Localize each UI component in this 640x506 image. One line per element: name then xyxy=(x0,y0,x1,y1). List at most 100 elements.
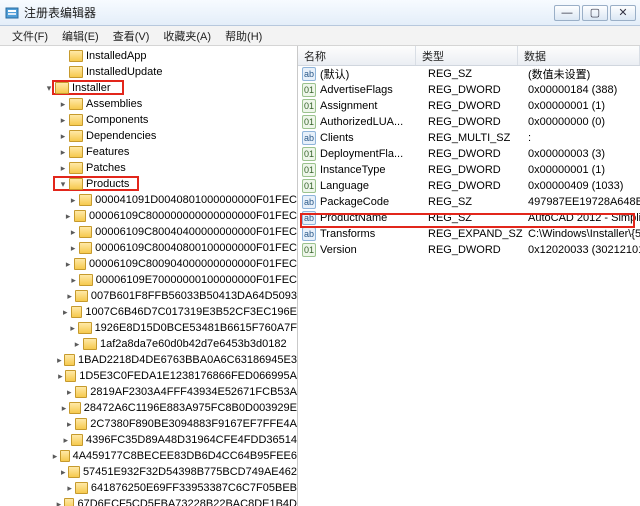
values-header: 名称 类型 数据 xyxy=(298,46,640,66)
folder-icon xyxy=(75,290,88,302)
maximize-button[interactable]: ▢ xyxy=(582,5,608,21)
tree-item-label: Assemblies xyxy=(86,98,142,110)
expand-icon[interactable]: ▸ xyxy=(58,115,68,126)
col-data[interactable]: 数据 xyxy=(518,46,640,65)
tree-item[interactable]: ▾Products xyxy=(0,176,297,192)
tree-item[interactable]: ▸4396FC35D89A48D31964CFE4FDD36514 xyxy=(0,432,297,448)
tree-item[interactable]: ▸000041091D0040801000000000F01FEC xyxy=(0,192,297,208)
expand-icon[interactable]: ▸ xyxy=(68,243,78,254)
tree-item-label: 00006109C80040800100000000F01FEC xyxy=(95,242,297,254)
folder-icon xyxy=(55,82,69,94)
binary-value-icon: 01 xyxy=(302,115,316,129)
tree-pane[interactable]: InstalledApp InstalledUpdate ▾Installer ▸ As… xyxy=(0,46,298,506)
tree-item-label: InstalledApp xyxy=(86,50,147,62)
expand-icon[interactable]: ▸ xyxy=(65,483,74,494)
tree-item[interactable]: ▸Patches xyxy=(0,160,297,176)
string-value-icon: ab xyxy=(302,131,316,145)
folder-icon xyxy=(65,370,76,382)
values-pane[interactable]: 名称 类型 数据 ab(默认)REG_SZ(数值未设置)01AdvertiseF… xyxy=(298,46,640,506)
tree-item[interactable]: ▸ 28472A6C1196E883A975FC8B0D003929E xyxy=(0,400,297,416)
menu-view[interactable]: 查看(V) xyxy=(107,26,156,46)
tree-item[interactable]: ▸1BAD2218D4DE6763BBA0A6C63186945E3 xyxy=(0,352,297,368)
binary-value-icon: 01 xyxy=(302,147,316,161)
tree-item-label: InstalledUpdate xyxy=(86,66,162,78)
close-button[interactable]: ✕ xyxy=(610,5,636,21)
expand-icon[interactable]: ▸ xyxy=(55,499,63,506)
tree-item[interactable]: ▸1D5E3C0FEDA1E1238176866FED066995A xyxy=(0,368,297,384)
tree-item[interactable]: ▸1926E8D15D0BCE53481B6615F760A7F xyxy=(0,320,297,336)
menu-edit[interactable]: 编辑(E) xyxy=(56,26,105,46)
expand-icon[interactable]: ▸ xyxy=(68,195,78,206)
expand-icon[interactable]: ▸ xyxy=(56,355,64,366)
menu-help[interactable]: 帮助(H) xyxy=(219,26,268,46)
col-type[interactable]: 类型 xyxy=(416,46,518,65)
value-row[interactable]: 01DeploymentFla...REG_DWORD0x00000003 (3… xyxy=(298,146,640,162)
minimize-button[interactable]: — xyxy=(554,5,580,21)
tree-item[interactable]: ▸00006109C800904000000000000F01FEC xyxy=(0,256,297,272)
expand-icon[interactable]: ▸ xyxy=(65,291,74,302)
menu-file[interactable]: 文件(F) xyxy=(6,26,54,46)
tree-item[interactable]: ▸2819AF2303A4FFF43934E52671FCB53A xyxy=(0,384,297,400)
folder-icon xyxy=(69,66,83,78)
value-row[interactable]: abClientsREG_MULTI_SZ: xyxy=(298,130,640,146)
value-row[interactable]: 01AssignmentREG_DWORD0x00000001 (1) xyxy=(298,98,640,114)
expand-icon[interactable]: ▸ xyxy=(68,227,78,238)
tree-item[interactable]: InstalledUpdate xyxy=(0,64,297,80)
tree-item[interactable]: ▸Features xyxy=(0,144,297,160)
value-row[interactable]: 01AdvertiseFlagsREG_DWORD0x00000184 (388… xyxy=(298,82,640,98)
value-row[interactable]: 01AuthorizedLUA...REG_DWORD0x00000000 (0… xyxy=(298,114,640,130)
binary-value-icon: 01 xyxy=(302,163,316,177)
value-row[interactable]: abPackageCodeREG_SZ497987EE19728A648B277… xyxy=(298,194,640,210)
value-data: C:\Windows\Installer\{5783F2D7-A001-080 xyxy=(528,228,640,240)
tree-item-label: 28472A6C1196E883A975FC8B0D003929E xyxy=(84,402,297,414)
col-name[interactable]: 名称 xyxy=(298,46,416,65)
tree-item[interactable]: ▸4A459177C8BECEE83DB6D4CC64B95FEE6 xyxy=(0,448,297,464)
tree-item[interactable]: ▸1007C6B46D7C017319E3B52CF3EC196E xyxy=(0,304,297,320)
tree-item[interactable]: ▾Installer xyxy=(0,80,297,96)
tree-item[interactable]: ▸1af2a8da7e60d0b42d7e6453b3d0182 xyxy=(0,336,297,352)
tree-item[interactable]: ▸ Assemblies xyxy=(0,96,297,112)
tree-item[interactable]: ▸Dependencies xyxy=(0,128,297,144)
tree-item[interactable]: ▸007B601F8FFB56033B50413DA64D5093 xyxy=(0,288,297,304)
expand-icon[interactable]: ▸ xyxy=(58,99,68,110)
expand-icon[interactable]: ▸ xyxy=(58,131,68,142)
expand-icon[interactable]: ▾ xyxy=(44,83,54,94)
expand-icon[interactable]: ▸ xyxy=(59,467,67,478)
tree-item[interactable]: ▸00006109C800000000000000000F01FEC xyxy=(0,208,297,224)
value-data: AutoCAD 2012 - Simplified Chinese xyxy=(528,212,640,224)
value-row[interactable]: abTransformsREG_EXPAND_SZC:\Windows\Inst… xyxy=(298,226,640,242)
expand-icon[interactable]: ▸ xyxy=(69,275,79,286)
value-row[interactable]: ab(默认)REG_SZ(数值未设置) xyxy=(298,66,640,82)
expand-icon[interactable]: ▸ xyxy=(61,307,69,318)
expand-icon[interactable]: ▸ xyxy=(68,323,77,334)
tree-item[interactable]: ▸00006109C80040400000000000F01FEC xyxy=(0,224,297,240)
tree-item[interactable]: ▸ 00006109C80040800100000000F01FEC xyxy=(0,240,297,256)
expand-icon[interactable]: ▾ xyxy=(58,179,68,190)
expand-icon[interactable]: ▸ xyxy=(62,435,71,446)
tree-item[interactable]: ▸67D6ECF5CD5FBA73228B22BAC8DE1B4D xyxy=(0,496,297,506)
tree-item[interactable]: ▸2C7380F890BE3094883F9167EF7FFE4A xyxy=(0,416,297,432)
expand-icon[interactable]: ▸ xyxy=(56,371,64,382)
binary-value-icon: 01 xyxy=(302,99,316,113)
value-row[interactable]: abProductNameREG_SZAutoCAD 2012 - Simpli… xyxy=(298,210,640,226)
expand-icon[interactable]: ▸ xyxy=(64,259,73,270)
folder-icon xyxy=(64,354,75,366)
tree-item-label: 00006109E70000000100000000F01FEC xyxy=(96,274,297,286)
expand-icon[interactable]: ▸ xyxy=(72,339,82,350)
value-row[interactable]: 01LanguageREG_DWORD0x00000409 (1033) xyxy=(298,178,640,194)
expand-icon[interactable]: ▸ xyxy=(58,147,68,158)
tree-item[interactable]: ▸ 00006109E70000000100000000F01FEC xyxy=(0,272,297,288)
tree-item[interactable]: ▸Components xyxy=(0,112,297,128)
expand-icon[interactable]: ▸ xyxy=(65,419,74,430)
expand-icon[interactable]: ▸ xyxy=(64,211,73,222)
tree-item[interactable]: ▸57451E932F32D54398B775BCD749AE462 xyxy=(0,464,297,480)
expand-icon[interactable]: ▸ xyxy=(65,387,74,398)
expand-icon[interactable]: ▸ xyxy=(60,403,68,414)
menu-fav[interactable]: 收藏夹(A) xyxy=(157,26,217,46)
expand-icon[interactable]: ▸ xyxy=(58,163,68,174)
expand-icon[interactable]: ▸ xyxy=(51,451,58,462)
tree-item[interactable]: InstalledApp xyxy=(0,48,297,64)
value-row[interactable]: 01VersionREG_DWORD0x12020033 (302121011) xyxy=(298,242,640,258)
tree-item[interactable]: ▸641876250E69FF33953387C6C7F05BEB xyxy=(0,480,297,496)
value-row[interactable]: 01InstanceTypeREG_DWORD0x00000001 (1) xyxy=(298,162,640,178)
